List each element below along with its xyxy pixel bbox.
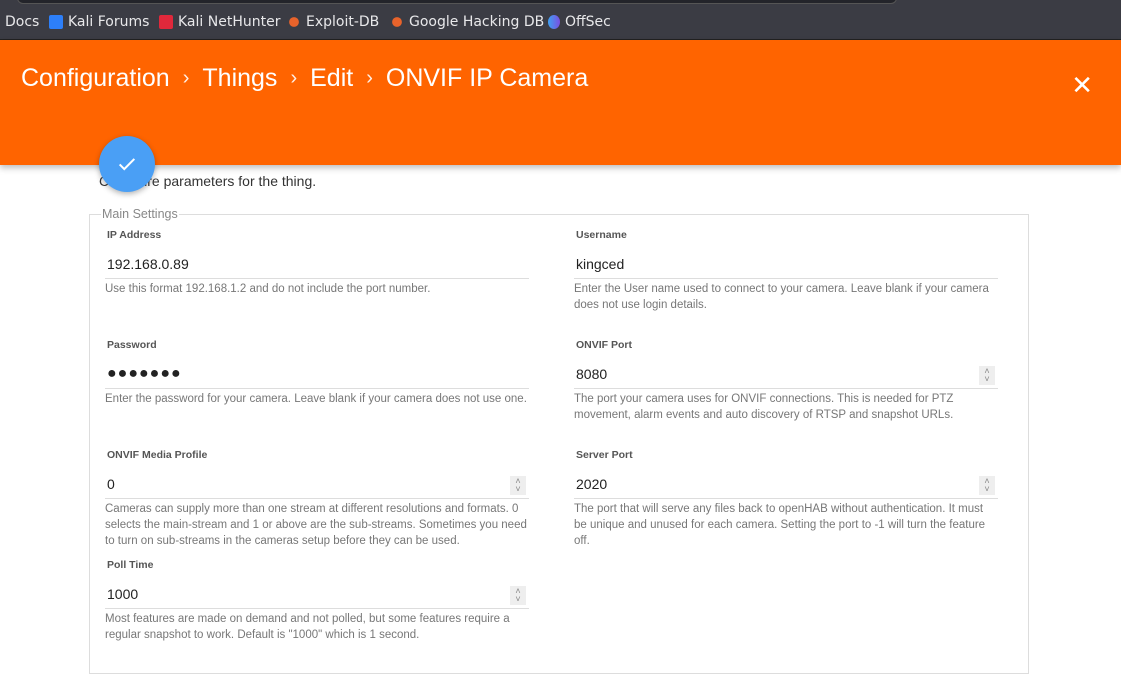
field-label: ONVIF Port (576, 339, 633, 351)
crumb-edit[interactable]: Edit (310, 64, 353, 93)
username-input[interactable]: kingced (574, 249, 998, 279)
close-icon[interactable]: ✕ (1071, 70, 1093, 101)
bookmark-ghdb[interactable]: Google Hacking DB (390, 14, 544, 30)
page-header: Configuration › Things › Edit › ONVIF IP Ca… (0, 40, 1121, 165)
field-value: 0 (107, 476, 115, 492)
bookmark-exploit-db[interactable]: Exploit-DB (287, 14, 379, 30)
kali-forums-icon (49, 15, 63, 29)
field-label: Password (107, 339, 157, 351)
field-help: Enter the User name used to connect to y… (574, 283, 989, 311)
ghdb-icon (392, 17, 402, 27)
bookmarks-bar: Docs Kali Forums Kali NetHunter Exploit-… (0, 0, 1121, 40)
bookmark-label: Kali Forums (68, 14, 150, 30)
crumb-configuration[interactable]: Configuration (21, 64, 170, 93)
bookmark-kali-forums[interactable]: Kali Forums (49, 14, 149, 30)
spinner-icon[interactable]: ˄ ˅ (510, 476, 526, 495)
field-label: Username (576, 229, 627, 241)
field-label: Poll Time (107, 559, 154, 571)
bookmark-label: Exploit-DB (306, 14, 380, 30)
poll-time-input[interactable]: 1000 ˄ ˅ (105, 579, 529, 609)
offsec-icon (548, 15, 560, 29)
field-value: 8080 (576, 366, 608, 382)
group-legend: Main Settings (101, 207, 179, 221)
exploitdb-icon (289, 17, 299, 27)
field-label: Server Port (576, 449, 633, 461)
chevron-right-icon: › (366, 67, 373, 89)
spinner-icon[interactable]: ˄ ˅ (979, 476, 995, 495)
bookmark-docs[interactable]: Docs (5, 14, 39, 30)
bookmark-label: Kali NetHunter (178, 14, 281, 30)
chevron-right-icon: › (290, 67, 298, 89)
password-input[interactable]: ●●●●●●● (105, 359, 529, 389)
bookmark-offsec[interactable]: OffSec (548, 14, 611, 30)
field-help: Enter the password for your camera. Leav… (105, 393, 527, 405)
ip-address-input[interactable]: 192.168.0.89 (105, 249, 529, 279)
field-help: Use this format 192.168.1.2 and do not i… (105, 283, 431, 295)
field-label: IP Address (107, 229, 162, 241)
field-help: The port that will serve any files back … (574, 503, 986, 547)
bookmark-label: Google Hacking DB (409, 14, 545, 30)
crumb-things[interactable]: Things (202, 64, 277, 93)
spinner-icon[interactable]: ˄ ˅ (510, 586, 526, 605)
bookmark-label: Docs (5, 14, 40, 30)
field-value: 1000 (107, 586, 139, 602)
server-port-input[interactable]: 2020 ˄ ˅ (574, 469, 998, 499)
save-button[interactable] (99, 136, 155, 192)
url-bar[interactable] (17, 0, 897, 4)
bookmark-kali-nethunter[interactable]: Kali NetHunter (159, 14, 280, 30)
field-help: The port your camera uses for ONVIF conn… (574, 393, 954, 421)
check-icon (118, 158, 136, 171)
spinner-icon[interactable]: ˄ ˅ (979, 366, 995, 385)
media-profile-input[interactable]: 0 ˄ ˅ (105, 469, 529, 499)
page-title: ONVIF IP Camera (385, 64, 589, 92)
breadcrumb: Configuration › Things › Edit › ONVIF IP Ca… (21, 64, 588, 93)
bookmark-label: OffSec (565, 14, 611, 30)
onvif-port-input[interactable]: 8080 ˄ ˅ (574, 359, 998, 389)
field-help: Most features are made on demand and not… (105, 613, 510, 641)
field-help: Cameras can supply more than one stream … (105, 503, 527, 547)
field-label: ONVIF Media Profile (107, 449, 208, 461)
chevron-right-icon: › (182, 67, 190, 89)
nethunter-icon (159, 15, 173, 29)
field-value: 2020 (576, 476, 608, 492)
